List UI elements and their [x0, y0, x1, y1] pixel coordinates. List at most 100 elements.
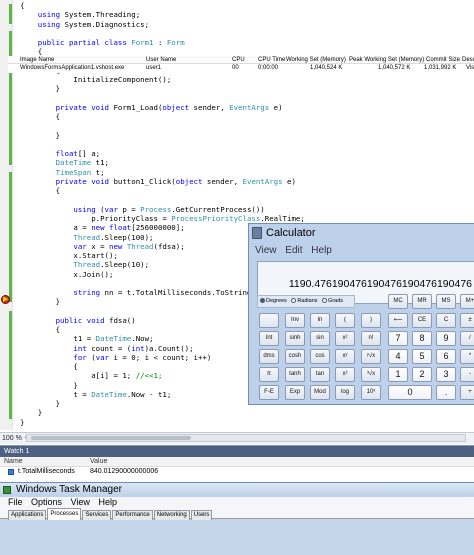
code-token: Form1 [131, 38, 154, 48]
scrollbar-thumb[interactable] [31, 436, 191, 440]
watch-col-name[interactable]: Name [4, 457, 23, 467]
radio-degrees-label[interactable]: Degrees [266, 298, 287, 304]
calc-button-dot[interactable]: . [436, 385, 456, 400]
code-line[interactable]: } [20, 297, 60, 307]
calc-button-mod[interactable]: Mod [310, 385, 330, 400]
calc-button-n7[interactable]: 7 [388, 331, 408, 346]
col-image-name[interactable]: Image Name [20, 56, 54, 64]
calc-button-mc[interactable]: MC [388, 294, 408, 309]
calc-button-add[interactable]: + [460, 385, 474, 400]
menu-help[interactable]: Help [98, 497, 117, 507]
menu-edit[interactable]: Edit [285, 245, 302, 256]
col-peak-working-set[interactable]: Peak Working Set (Memory) [349, 56, 424, 64]
watch-panel-title[interactable]: Watch 1 [0, 446, 474, 457]
task-manager-titlebar[interactable]: Windows Task Manager [0, 483, 474, 497]
calc-button-pm[interactable]: ± [460, 313, 474, 328]
calc-button-x2[interactable]: x² [335, 331, 355, 346]
tab-applications[interactable]: Applications [8, 510, 47, 520]
calc-button-n8[interactable]: 8 [412, 331, 432, 346]
calculator-titlebar[interactable]: Calculator [249, 224, 474, 243]
code-line[interactable]: { [20, 186, 60, 196]
code-line[interactable]: using System.Diagnostics; [20, 20, 149, 30]
code-token: } [20, 84, 61, 94]
tab-services[interactable]: Services [82, 510, 112, 520]
table-row[interactable]: WindowsFormsApplication1.vshost.exe user… [8, 64, 474, 72]
calc-button-cosh[interactable]: cosh [285, 349, 305, 364]
calc-button-cos[interactable]: cos [310, 349, 330, 364]
calc-button-mr[interactable]: MR [412, 294, 432, 309]
calc-button-dms[interactable]: dms [259, 349, 279, 364]
calc-button-pi[interactable]: π [259, 367, 279, 382]
radio-radians-label[interactable]: Radians [297, 298, 317, 304]
horizontal-scrollbar[interactable] [26, 434, 466, 442]
menu-file[interactable]: File [8, 497, 23, 507]
calc-button-sin[interactable]: sin [310, 331, 330, 346]
calc-button-xy[interactable]: xʸ [335, 349, 355, 364]
code-line[interactable]: } [20, 418, 24, 428]
calc-button-n0[interactable]: 0 [388, 385, 432, 400]
calc-button-sub[interactable]: - [460, 367, 474, 382]
radio-grads-label[interactable]: Grads [328, 298, 343, 304]
code-line[interactable]: { [20, 112, 60, 122]
watch-col-value[interactable]: Value [90, 457, 107, 467]
menu-options[interactable]: Options [31, 497, 62, 507]
tab-performance[interactable]: Performance [112, 510, 153, 520]
calc-button-tan[interactable]: tan [310, 367, 330, 382]
calc-button-log[interactable]: log [335, 385, 355, 400]
calc-button-rparen[interactable]: ) [361, 313, 381, 328]
calc-button-n6[interactable]: 6 [436, 349, 456, 364]
code-line[interactable]: } [20, 131, 60, 141]
calc-button-ce[interactable]: CE [412, 313, 432, 328]
calc-button-exp[interactable]: Exp [285, 385, 305, 400]
calc-button-n9[interactable]: 9 [436, 331, 456, 346]
calc-button-x3[interactable]: x³ [335, 367, 355, 382]
calc-button-int[interactable]: Int [259, 331, 279, 346]
calc-button-back[interactable]: ⟵ [388, 313, 408, 328]
tab-users[interactable]: Users [190, 510, 213, 520]
menu-view[interactable]: View [71, 497, 90, 507]
calc-button-fe[interactable]: F-E [259, 385, 279, 400]
calc-button-tenx[interactable]: 10ˣ [361, 385, 381, 400]
col-cpu[interactable]: CPU [232, 56, 245, 64]
calc-button-inv[interactable]: Inv [285, 313, 305, 328]
code-line[interactable]: private void button1_Click(object sender… [20, 177, 296, 187]
calc-button-tanh[interactable]: tanh [285, 367, 305, 382]
tab-processes[interactable]: Processes [47, 508, 82, 520]
radio-radians[interactable] [291, 298, 297, 303]
calc-button-cbrt[interactable]: ³√x [361, 367, 381, 382]
calc-button-sinh[interactable]: sinh [285, 331, 305, 346]
calc-button-n2[interactable]: 2 [412, 367, 432, 382]
col-working-set[interactable]: Working Set (Memory) [286, 56, 346, 64]
menu-help[interactable]: Help [311, 245, 332, 256]
watch-row[interactable]: t.TotalMilliseconds 840.01290000000006 [0, 467, 474, 477]
watch-row-name[interactable]: t.TotalMilliseconds [18, 467, 75, 477]
calc-button-ms[interactable]: MS [436, 294, 456, 309]
code-line[interactable]: } [20, 84, 60, 94]
menu-view[interactable]: View [255, 245, 277, 256]
task-manager-app-icon [3, 486, 11, 494]
watch-row-value[interactable]: 840.01290000000006 [90, 467, 158, 477]
calc-button-mplus[interactable]: M+ [460, 294, 474, 309]
calc-button-c[interactable]: C [436, 313, 456, 328]
col-cpu-time[interactable]: CPU Time [258, 56, 285, 64]
tab-networking[interactable]: Networking [153, 510, 190, 520]
calc-button-lparen[interactable]: ( [335, 313, 355, 328]
col-user-name[interactable]: User Name [146, 56, 176, 64]
calc-button-blank[interactable] [259, 313, 279, 328]
radio-grads[interactable] [322, 298, 328, 303]
calc-button-ln[interactable]: ln [310, 313, 330, 328]
calc-button-n4[interactable]: 4 [388, 349, 408, 364]
calc-button-nfact[interactable]: n! [361, 331, 381, 346]
radio-degrees[interactable] [260, 298, 265, 303]
col-description[interactable]: Desc [462, 56, 474, 64]
calc-button-n1[interactable]: 1 [388, 367, 408, 382]
calc-button-n5[interactable]: 5 [412, 349, 432, 364]
calc-button-yrootx[interactable]: ʸ√x [361, 349, 381, 364]
zoom-level[interactable]: 100 % [2, 435, 22, 442]
calc-button-div[interactable]: / [460, 331, 474, 346]
col-commit-size[interactable]: Commit Size [426, 56, 460, 64]
code-line[interactable]: x.Join(); [20, 270, 113, 280]
calc-button-n3[interactable]: 3 [436, 367, 456, 382]
code-line[interactable]: public partial class Form1 : Form [20, 38, 185, 48]
calc-button-mul[interactable]: * [460, 349, 474, 364]
